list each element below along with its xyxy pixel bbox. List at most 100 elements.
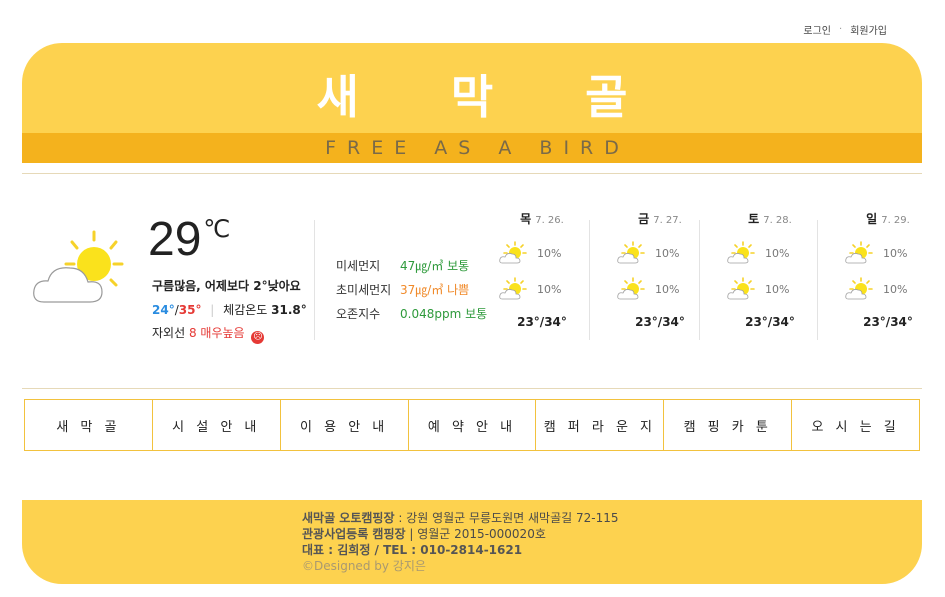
partly-cloudy-icon: [33, 230, 124, 303]
tagline: FREE AS A BIRD: [22, 133, 922, 163]
partly-sunny-icon: [727, 277, 755, 300]
divider: [817, 220, 818, 340]
footer-info: 새막골 오토캠핑장 : 강원 영월군 무릉도원면 새막골길 72-115 관광사…: [302, 510, 619, 574]
forecast-pm: 10%: [845, 277, 945, 301]
forecast-am: 10%: [499, 241, 599, 265]
uv-value: 8 매우높음: [188, 326, 245, 340]
footer-credit: ©Designed by 강지은: [302, 559, 426, 573]
min-max-temperature: 24°/35° | 체감온도 31.8°: [152, 301, 307, 318]
weather-condition: 구름많음, 어제보다 2°낮아요: [152, 279, 301, 293]
nav-item-camper-lounge[interactable]: 캠 퍼 라 운 지: [535, 399, 665, 451]
temperature-unit: ℃: [203, 216, 231, 243]
divider: [589, 220, 590, 340]
footer-rep-text: 대표 : 김희정 / TEL : 010-2814-1621: [302, 543, 523, 557]
rain-chance: 10%: [537, 246, 562, 260]
footer-representative: 대표 : 김희정 / TEL : 010-2814-1621: [302, 542, 619, 558]
feels-like-label: 체감온도: [223, 303, 268, 317]
weather-widget: 29℃ 구름많음, 어제보다 2°낮아요 24°/35° | 체감온도 31.8…: [22, 190, 922, 380]
forecast-header: 일 7. 29.: [831, 210, 945, 227]
divider-top: [22, 173, 922, 174]
nav-item-facilities[interactable]: 시 설 안 내: [151, 399, 281, 451]
site-header: 새 막 골 FREE AS A BIRD: [22, 43, 922, 163]
footer-address: : 강원 영월군 무릉도원면 새막골길 72-115: [394, 511, 619, 525]
air-label: 미세먼지: [336, 259, 381, 273]
nav-item-directions[interactable]: 오 시 는 길: [791, 399, 921, 451]
forecast-weekday: 금: [638, 212, 650, 226]
air-row-pm25: 초미세먼지 37㎍/㎥ 나쁨: [336, 278, 487, 302]
high-temperature: 35°: [178, 303, 202, 317]
partly-sunny-icon: [617, 277, 645, 300]
air-quality: 미세먼지 47㎍/㎥ 보통 초미세먼지 37㎍/㎥ 나쁨 오존지수 0.048p…: [336, 254, 487, 326]
air-label: 오존지수: [336, 307, 381, 321]
divider: [699, 220, 700, 340]
uv-label: 자외선: [152, 326, 186, 340]
forecast-temp-range: 23°/34°: [517, 315, 567, 329]
forecast-weekday: 목: [520, 212, 532, 226]
forecast-date: 7. 27.: [653, 215, 682, 226]
air-row-ozone: 오존지수 0.048ppm 보통: [336, 302, 487, 326]
forecast-pm: 10%: [727, 277, 827, 301]
forecast-temp-range: 23°/34°: [745, 315, 795, 329]
forecast-header: 토 7. 28.: [713, 210, 827, 227]
partly-sunny-icon: [617, 241, 645, 264]
rain-chance: 10%: [765, 282, 790, 296]
signup-link[interactable]: 회원가입: [850, 22, 887, 37]
temperature-value: 29: [148, 213, 202, 266]
main-nav: 새 막 골 시 설 안 내 이 용 안 내 예 약 안 내 캠 퍼 라 운 지 …: [24, 399, 921, 451]
air-value: 0.048ppm 보통: [400, 307, 488, 321]
divider: [314, 220, 315, 340]
forecast-day: 일 7. 29. 10% 10% 23°/34°: [845, 210, 945, 329]
forecast-am: 10%: [617, 241, 717, 265]
footer-reg-label: 관광사업등록 캠핑장: [302, 527, 406, 541]
top-links: 로그인 · 회원가입: [803, 22, 887, 37]
partly-sunny-icon: [845, 277, 873, 300]
forecast-am: 10%: [845, 241, 945, 265]
forecast-weekday: 토: [748, 212, 760, 226]
partly-sunny-icon: [845, 241, 873, 264]
rain-chance: 10%: [883, 246, 908, 260]
link-separator: ·: [839, 24, 843, 35]
footer-reg-value: | 영월군 2015-000020호: [405, 527, 546, 541]
nav-item-usage[interactable]: 이 용 안 내: [279, 399, 409, 451]
nav-item-home[interactable]: 새 막 골: [24, 399, 153, 451]
login-link[interactable]: 로그인: [803, 22, 831, 37]
partly-sunny-icon: [727, 241, 755, 264]
rain-chance: 10%: [765, 246, 790, 260]
forecast-day: 금 7. 27. 10% 10% 23°/34°: [617, 210, 717, 329]
air-value: 37㎍/㎥ 나쁨: [400, 283, 470, 297]
footer-address-line: 새막골 오토캠핑장 : 강원 영월군 무릉도원면 새막골길 72-115: [302, 510, 619, 526]
feels-like-value: 31.8°: [271, 303, 307, 317]
rain-chance: 10%: [655, 282, 680, 296]
footer-name: 새막골 오토캠핑장: [302, 511, 395, 525]
partly-sunny-icon: [499, 241, 527, 264]
forecast-date: 7. 28.: [763, 215, 792, 226]
forecast-weekday: 일: [866, 212, 878, 226]
divider-bottom: [22, 388, 922, 389]
forecast-date: 7. 26.: [535, 215, 564, 226]
forecast-day: 토 7. 28. 10% 10% 23°/34°: [727, 210, 827, 329]
current-temperature: 29℃: [148, 212, 230, 267]
rain-chance: 10%: [537, 282, 562, 296]
rain-chance: 10%: [883, 282, 908, 296]
site-title[interactable]: 새 막 골: [22, 61, 922, 127]
site-footer: 새막골 오토캠핑장 : 강원 영월군 무릉도원면 새막골길 72-115 관광사…: [22, 500, 922, 584]
vertical-separator: |: [210, 303, 215, 317]
nav-item-reservation[interactable]: 예 약 안 내: [407, 399, 537, 451]
forecast-pm: 10%: [617, 277, 717, 301]
nav-item-camping-cartoon[interactable]: 캠 핑 카 툰: [663, 399, 793, 451]
forecast-temp-range: 23°/34°: [863, 315, 913, 329]
forecast-date: 7. 29.: [881, 215, 910, 226]
air-value: 47㎍/㎥ 보통: [400, 259, 470, 273]
footer-registration-line: 관광사업등록 캠핑장 | 영월군 2015-000020호: [302, 526, 619, 542]
rain-chance: 10%: [655, 246, 680, 260]
forecast-pm: 10%: [499, 277, 599, 301]
uv-index: 자외선 8 매우높음 ☹: [152, 324, 265, 344]
sad-face-icon: ☹: [251, 331, 265, 344]
air-label: 초미세먼지: [336, 283, 392, 297]
forecast-day: 목 7. 26. 10% 10% 23°/34°: [499, 210, 599, 329]
forecast-header: 목 7. 26.: [485, 210, 599, 227]
low-temperature: 24°: [152, 303, 175, 317]
forecast-am: 10%: [727, 241, 827, 265]
air-row-pm10: 미세먼지 47㎍/㎥ 보통: [336, 254, 487, 278]
partly-sunny-icon: [499, 277, 527, 300]
